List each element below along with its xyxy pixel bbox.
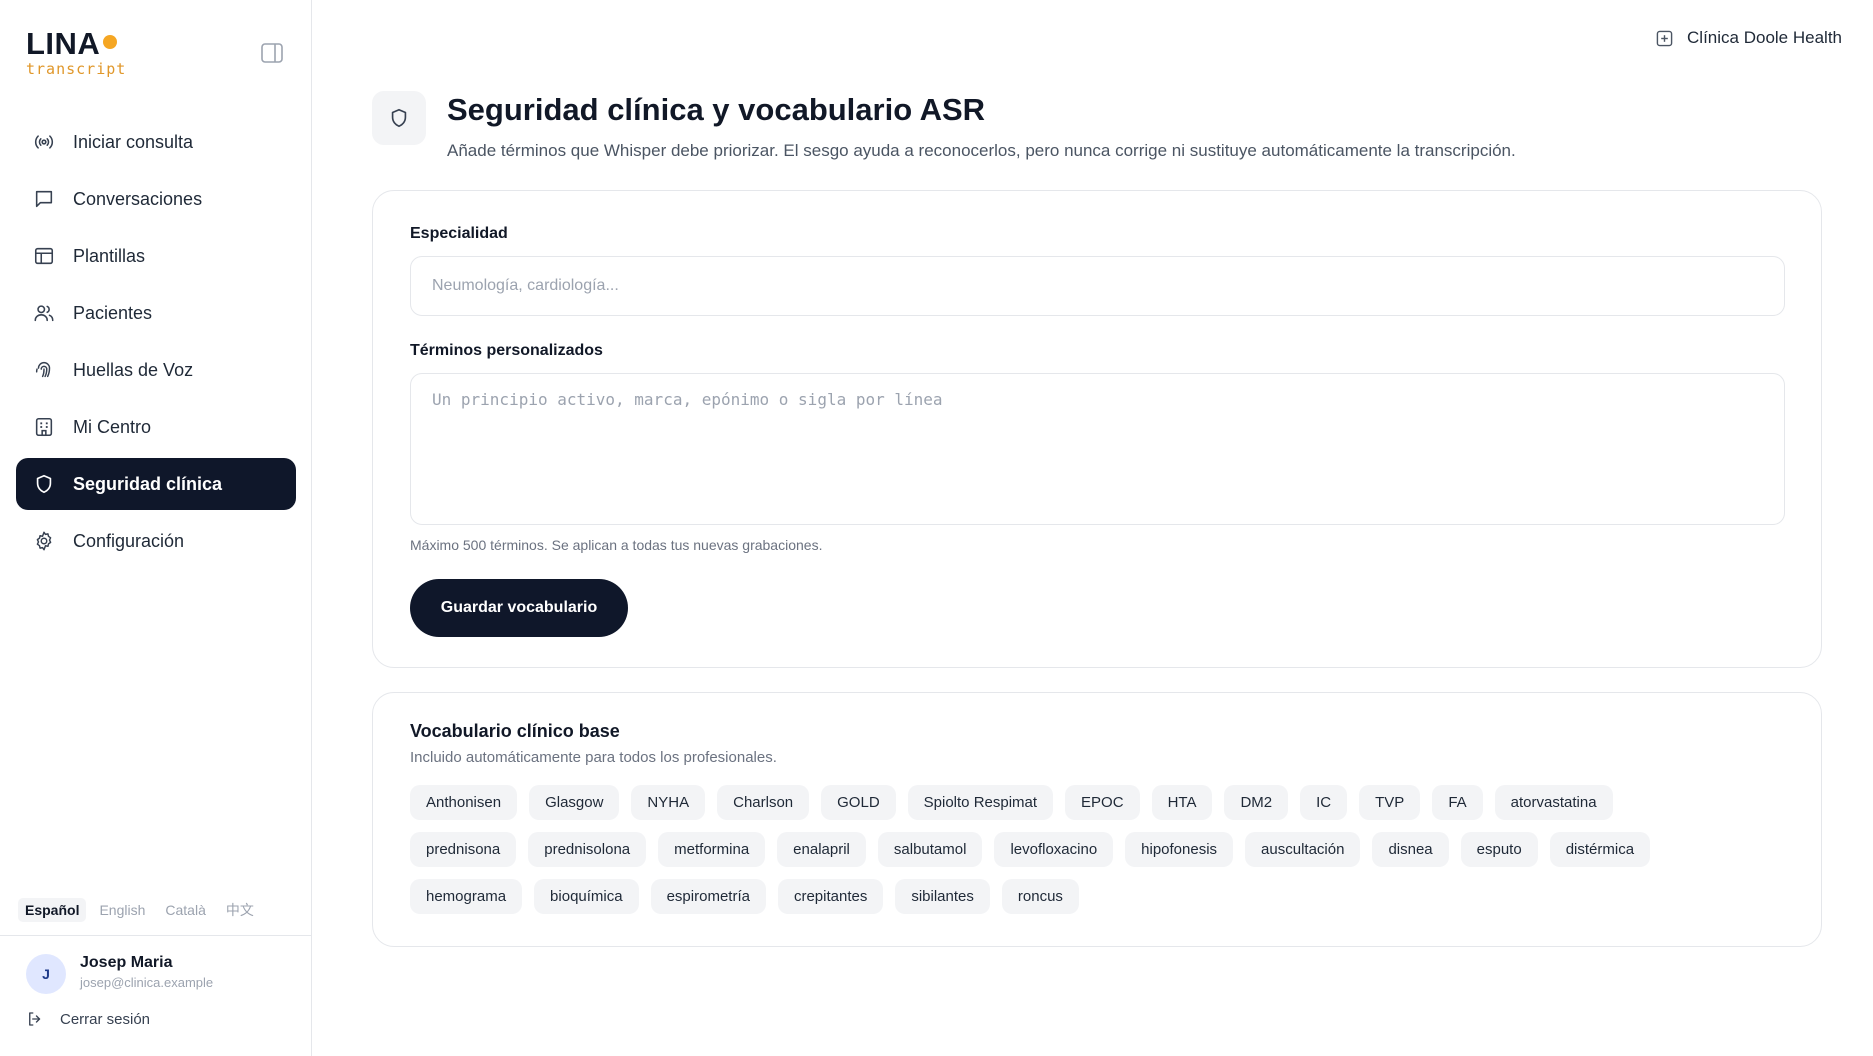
vocabulary-tag: metformina [658,832,766,867]
vocabulary-tag: TVP [1359,785,1421,820]
shield-icon [391,108,407,128]
sidebar-item-configuracion[interactable]: Configuración [16,515,296,567]
vocabulary-tag: DM2 [1224,785,1289,820]
vocabulary-tag: esputo [1460,832,1538,867]
page-header-icon [372,91,426,145]
page-title: Seguridad clínica y vocabulario ASR [447,92,986,127]
logo-text: LINA [26,26,101,61]
building-icon [35,417,53,437]
user-name: Josep Maria [80,954,173,971]
sidebar-nav: Iniciar consulta Conversaciones Plantill… [16,116,296,572]
broadcast-icon [34,135,54,149]
avatar[interactable]: J [26,954,66,994]
sidebar-item-label: Mi Centro [73,416,152,437]
vocabulary-tag: NYHA [631,785,706,820]
sidebar-item-label: Conversaciones [73,188,203,209]
logo-subtitle: transcript [26,60,127,78]
vocabulary-tag: levofloxacino [994,832,1114,867]
sidebar-toggle-icon[interactable] [261,43,283,63]
vocabulary-tag: prednisolona [528,832,647,867]
layout-template-icon [34,247,54,265]
fingerprint-icon [35,362,51,378]
sidebar-item-mi-centro[interactable]: Mi Centro [16,401,296,453]
page-subtitle: Añade términos que Whisper debe prioriza… [447,141,1516,160]
vocabulary-tag: bioquímica [534,879,639,914]
users-icon [34,305,54,322]
vocabulary-tag: hemograma [410,879,523,914]
custom-vocabulary-card: Especialidad Términos personalizados Máx… [372,190,1822,668]
user-email: josep@clinica.example [80,975,214,990]
logout-label: Cerrar sesión [60,1010,151,1028]
sidebar-item-conversaciones[interactable]: Conversaciones [16,173,296,225]
clinic-name: Clínica Doole Health [1687,28,1842,47]
terms-textarea[interactable] [410,373,1785,525]
vocabulary-tag: espirometría [650,879,766,914]
save-vocabulary-button[interactable]: Guardar vocabulario [410,579,628,637]
sidebar-item-label: Iniciar consulta [73,131,194,152]
vocabulary-tag: salbutamol [877,832,983,867]
sidebar-item-iniciar-consulta[interactable]: Iniciar consulta [16,116,296,168]
base-vocabulary-tags: Anthonisen Glasgow NYHA Charlson GOLD Spiolto… [410,785,1710,914]
gear-icon [36,531,52,551]
specialty-input[interactable] [410,256,1785,316]
lang-option-es[interactable]: Español [18,898,87,922]
lang-option-en[interactable]: English [92,898,152,922]
logout-button[interactable]: Cerrar sesión [26,1010,150,1028]
vocabulary-tag: IC [1300,785,1348,820]
base-vocabulary-card: Vocabulario clínico base Incluido automá… [372,692,1822,947]
sidebar-item-label: Seguridad clínica [73,473,223,494]
sidebar-item-pacientes[interactable]: Pacientes [16,287,296,339]
vocabulary-tag: disnea [1372,832,1449,867]
sidebar-item-label: Configuración [73,530,185,551]
app-logo[interactable]: LINA transcript [26,26,127,78]
vocabulary-tag: Spiolto Respimat [907,785,1054,820]
terms-label: Términos personalizados [410,342,603,359]
user-divider [0,935,311,936]
clinic-selector[interactable]: Clínica Doole Health [1656,28,1842,48]
vocabulary-tag: roncus [1001,879,1079,914]
terms-hint: Máximo 500 términos. Se aplican a todas … [410,537,823,553]
sidebar: LINA transcript Iniciar consulta Convers… [0,0,312,1056]
language-switcher: Español English Català 中文 [18,896,261,924]
sidebar-item-seguridad-clinica[interactable]: Seguridad clínica [16,458,296,510]
sidebar-item-label: Pacientes [73,302,153,323]
sidebar-item-plantillas[interactable]: Plantillas [16,230,296,282]
message-square-icon [35,190,53,208]
vocabulary-tag: GOLD [821,785,896,820]
vocabulary-tag: sibilantes [895,879,990,914]
vocabulary-tag: auscultación [1245,832,1361,867]
shield-icon [36,474,52,494]
vocabulary-tag: prednisona [410,832,517,867]
sidebar-item-label: Huellas de Voz [73,359,194,380]
lang-option-zh[interactable]: 中文 [219,896,261,924]
logo-dot-icon [103,35,118,49]
vocabulary-tag: Charlson [717,785,810,820]
base-vocabulary-subtitle: Incluido automáticamente para todos los … [410,749,777,766]
base-vocabulary-title: Vocabulario clínico base [410,721,620,741]
lang-option-ca[interactable]: Català [158,898,212,922]
vocabulary-tag: crepitantes [777,879,884,914]
vocabulary-tag: distérmica [1549,832,1651,867]
vocabulary-tag: Glasgow [529,785,620,820]
vocabulary-tag: Anthonisen [410,785,518,820]
vocabulary-tag: FA [1432,785,1483,820]
clinic-plus-icon [1656,30,1673,46]
logout-icon [29,1012,41,1026]
vocabulary-tag: enalapril [777,832,866,867]
vocabulary-tag: hipofonesis [1125,832,1234,867]
vocabulary-tag: atorvastatina [1494,785,1613,820]
vocabulary-tag: EPOC [1065,785,1140,820]
sidebar-item-label: Plantillas [73,245,146,266]
sidebar-item-huellas-de-voz[interactable]: Huellas de Voz [16,344,296,396]
vocabulary-tag: HTA [1151,785,1213,820]
specialty-label: Especialidad [410,225,508,242]
